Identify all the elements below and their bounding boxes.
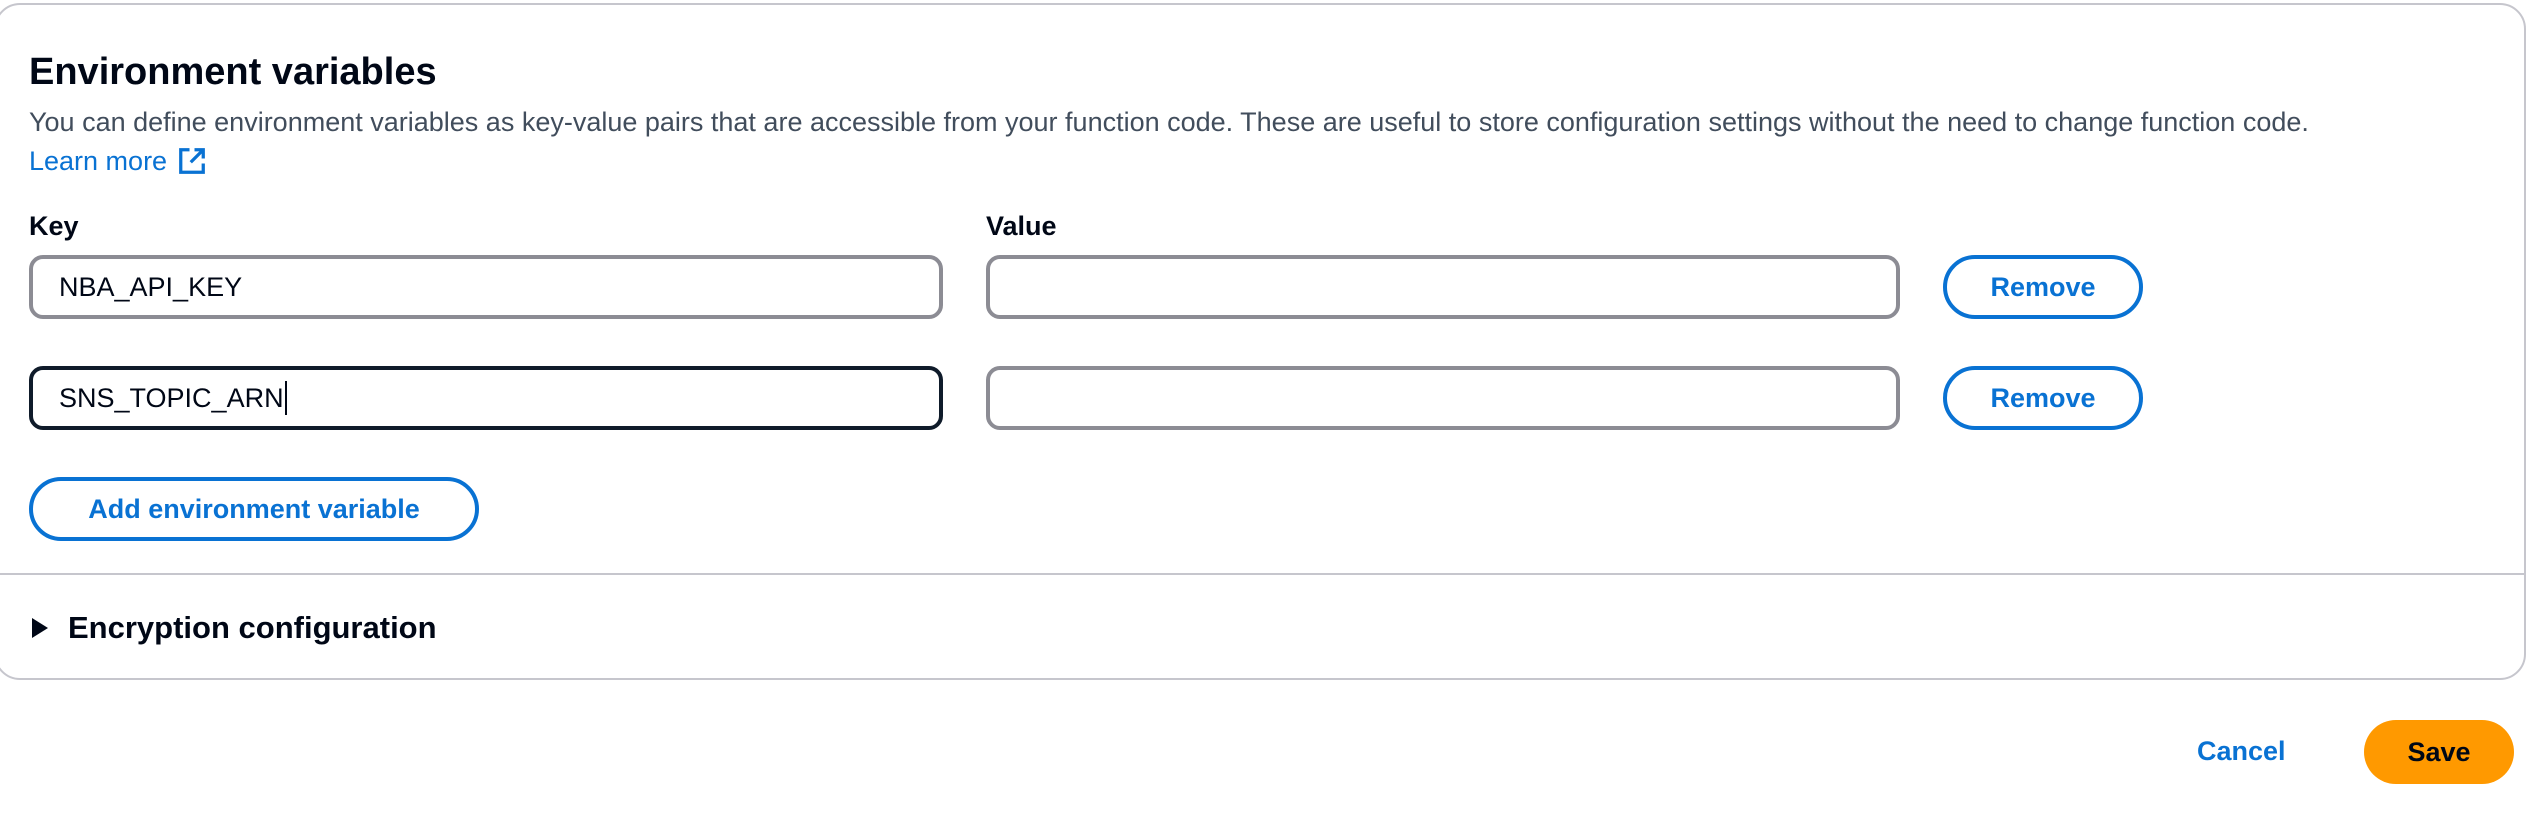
external-link-icon <box>179 148 205 174</box>
env-key-input[interactable]: SNS_TOPIC_ARN <box>29 366 943 430</box>
text-cursor <box>284 381 287 415</box>
section-description: You can define environment variables as … <box>29 107 2309 137</box>
value-column-label: Value <box>986 211 1057 241</box>
environment-variables-panel: Environment variables You can define env… <box>0 3 2526 680</box>
env-value-input[interactable] <box>986 255 1900 319</box>
learn-more-label: Learn more <box>29 146 168 176</box>
learn-more-link[interactable]: Learn more <box>29 144 207 178</box>
encryption-configuration-label: Encryption configuration <box>68 610 437 645</box>
env-value-input[interactable] <box>986 366 1900 430</box>
cancel-button[interactable]: Cancel <box>2197 734 2286 768</box>
env-key-value: SNS_TOPIC_ARN <box>59 382 284 413</box>
env-key-input[interactable]: NBA_API_KEY <box>29 255 943 319</box>
section-title: Environment variables <box>29 51 437 93</box>
key-column-label: Key <box>29 211 79 241</box>
remove-button[interactable]: Remove <box>1943 366 2143 430</box>
section-divider <box>0 573 2526 575</box>
remove-button[interactable]: Remove <box>1943 255 2143 319</box>
save-button[interactable]: Save <box>2364 720 2514 784</box>
env-key-value: NBA_API_KEY <box>59 271 243 302</box>
encryption-configuration-expander[interactable]: Encryption configuration <box>32 608 437 648</box>
caret-right-icon <box>32 618 48 638</box>
add-environment-variable-button[interactable]: Add environment variable <box>29 477 479 541</box>
